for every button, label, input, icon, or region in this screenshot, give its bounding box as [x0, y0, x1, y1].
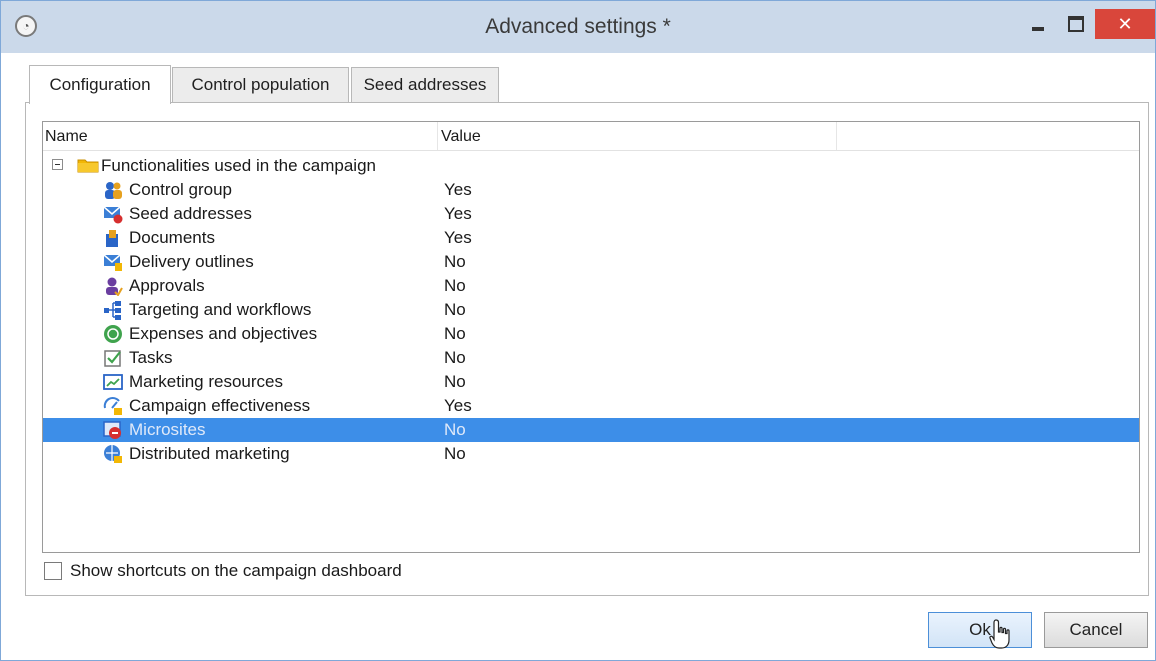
- approvals-icon: [106, 277, 123, 296]
- tree-row-marketing-resources[interactable]: Marketing resources No: [43, 370, 1139, 394]
- tree-row-value: Yes: [444, 396, 472, 415]
- close-icon: ✕: [1117, 14, 1133, 34]
- tree-row-value: Yes: [444, 228, 472, 247]
- tree-row-label: Delivery outlines: [129, 252, 254, 271]
- advanced-settings-dialog: ◔ Advanced settings * ✕ Configuration Co…: [0, 0, 1156, 661]
- seed-addresses-icon: [103, 206, 123, 224]
- tree-row-value: No: [444, 372, 466, 391]
- tree-row-label: Control group: [129, 180, 233, 199]
- marketing-resources-icon: [103, 374, 123, 390]
- tree-row-expenses-objectives[interactable]: Expenses and objectives No: [43, 322, 1139, 346]
- tree-root-label: Functionalities used in the campaign: [101, 156, 376, 175]
- tree-row-tasks[interactable]: Tasks No: [43, 346, 1139, 370]
- tree-root-node[interactable]: Functionalities used in the campaign: [43, 154, 643, 178]
- tasks-icon: [104, 350, 121, 367]
- tree-row-seed-addresses[interactable]: Seed addresses Yes: [43, 202, 1139, 226]
- tree-row-label: Targeting and workflows: [129, 300, 312, 319]
- tree-row-label: Campaign effectiveness: [129, 396, 311, 415]
- close-button[interactable]: ✕: [1095, 9, 1155, 39]
- ok-button[interactable]: Ok: [928, 612, 1032, 648]
- tree-row-value: No: [444, 444, 466, 463]
- tree-row-label: Distributed marketing: [129, 444, 290, 463]
- expenses-objectives-icon: [104, 325, 122, 343]
- tab-seed-addresses[interactable]: Seed addresses: [351, 67, 499, 102]
- folder-icon: [77, 159, 99, 173]
- maximize-button[interactable]: [1059, 9, 1091, 39]
- tree-row-value: No: [444, 252, 466, 271]
- column-divider[interactable]: [437, 122, 438, 150]
- tree-row-campaign-effectiveness[interactable]: Campaign effectiveness Yes: [43, 394, 1139, 418]
- cancel-button[interactable]: Cancel: [1044, 612, 1148, 648]
- functionalities-tree[interactable]: Name Value Functionalities used in the c…: [42, 121, 1140, 553]
- tree-row-value: No: [444, 420, 466, 439]
- tree-row-label: Microsites: [129, 420, 206, 439]
- campaign-effectiveness-icon: [103, 397, 122, 415]
- minimize-button[interactable]: [1023, 9, 1053, 39]
- tree-row-label: Tasks: [129, 348, 173, 367]
- control-group-icon: [105, 182, 122, 199]
- configuration-panel: Name Value Functionalities used in the c…: [25, 102, 1149, 596]
- show-shortcuts-checkbox[interactable]: [44, 562, 62, 580]
- distributed-marketing-icon: [104, 445, 122, 463]
- tree-row-distributed-marketing[interactable]: Distributed marketing No: [43, 442, 1139, 466]
- column-header-value[interactable]: Value: [441, 128, 481, 146]
- tree-row-label: Documents: [129, 228, 215, 247]
- tree-row-value: No: [444, 276, 466, 295]
- tree-row-documents[interactable]: Documents Yes: [43, 226, 1139, 250]
- mouse-cursor-icon: [989, 619, 1010, 649]
- tab-control-population[interactable]: Control population: [172, 67, 349, 102]
- column-header-name[interactable]: Name: [45, 128, 88, 146]
- tree-row-approvals[interactable]: Approvals No: [43, 274, 1139, 298]
- tree-row-label: Approvals: [129, 276, 205, 295]
- title-bar[interactable]: ◔ Advanced settings * ✕: [1, 1, 1155, 53]
- tree-row-value: No: [444, 300, 466, 319]
- delivery-outlines-icon: [103, 254, 122, 271]
- tab-configuration[interactable]: Configuration: [29, 65, 171, 104]
- microsites-icon: [103, 421, 121, 439]
- column-divider[interactable]: [836, 122, 837, 150]
- tree-row-value: No: [444, 348, 466, 367]
- show-shortcuts-label[interactable]: Show shortcuts on the campaign dashboard: [70, 561, 402, 581]
- tree-row-value: Yes: [444, 204, 472, 223]
- tree-row-microsites[interactable]: Microsites No: [43, 418, 1139, 442]
- tree-row-delivery-outlines[interactable]: Delivery outlines No: [43, 250, 1139, 274]
- collapse-toggle-icon[interactable]: [52, 159, 63, 170]
- tree-row-value: Yes: [444, 180, 472, 199]
- targeting-workflows-icon: [104, 301, 121, 320]
- tree-row-value: No: [444, 324, 466, 343]
- dialog-body: Configuration Control population Seed ad…: [1, 53, 1155, 660]
- window-title: Advanced settings *: [485, 15, 671, 38]
- tree-header: Name Value: [43, 122, 1139, 151]
- tree-row-control-group[interactable]: Control group Yes: [43, 178, 1139, 202]
- tree-row-label: Expenses and objectives: [129, 324, 318, 343]
- tree-row-targeting-workflows[interactable]: Targeting and workflows No: [43, 298, 1139, 322]
- documents-icon: [106, 230, 118, 247]
- tree-row-label: Seed addresses: [129, 204, 252, 223]
- tree-row-label: Marketing resources: [129, 372, 284, 391]
